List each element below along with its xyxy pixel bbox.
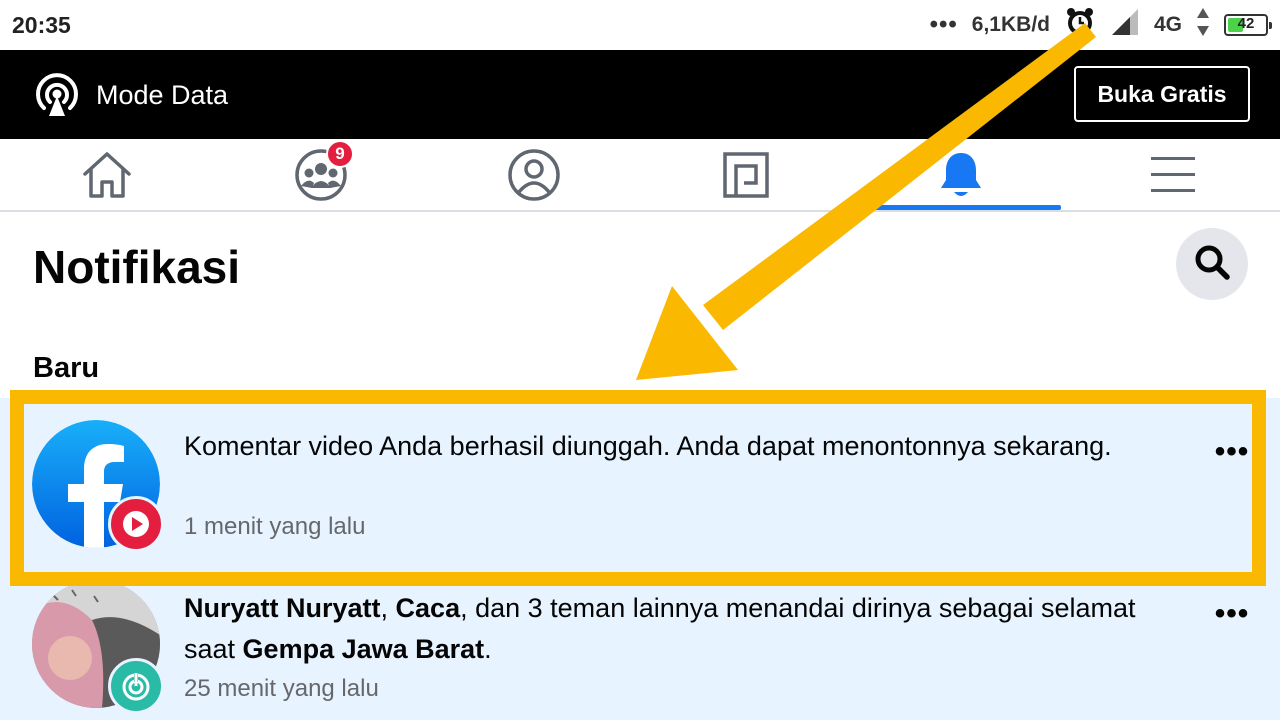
battery-level: 42 [1237, 15, 1255, 32]
page-title: Notifikasi [33, 241, 241, 293]
safety-check-icon [108, 658, 164, 714]
notification-text: Nuryatt Nuryatt, Caca, dan 3 teman lainn… [184, 588, 1164, 670]
event-name: Gempa Jawa Barat [242, 634, 485, 664]
status-icons: ••• 6,1KB/d 4G 42 [929, 6, 1272, 44]
top-navigation: 9 [0, 139, 1280, 212]
notification-time: 1 menit yang lalu [184, 513, 366, 540]
notification-item[interactable]: Komentar video Anda berhasil diunggah. A… [0, 398, 1280, 580]
groups-badge: 9 [326, 140, 354, 168]
tab-profile[interactable] [441, 139, 627, 210]
data-mode-label: Mode Data [96, 80, 229, 110]
bell-icon [938, 150, 984, 200]
status-bar: 20:35 ••• 6,1KB/d 4G 42 [0, 0, 1280, 50]
notification-text-end: . [484, 634, 492, 664]
network-type: 4G [1153, 13, 1182, 36]
network-speed: 6,1KB/d [971, 13, 1050, 36]
battery-icon: 42 [1224, 14, 1272, 36]
notification-time: 25 menit yang lalu [184, 675, 379, 702]
status-dots: ••• [929, 11, 958, 38]
notification-text: Komentar video Anda berhasil diunggah. A… [184, 431, 1112, 461]
friend-name: Nuryatt Nuryatt [184, 593, 381, 623]
signal-strength-icon [1110, 7, 1140, 43]
profile-icon [507, 148, 561, 202]
section-title-new: Baru [33, 352, 100, 384]
more-options-button[interactable]: ••• [1212, 435, 1252, 468]
buka-gratis-button[interactable]: Buka Gratis [1074, 66, 1250, 122]
hamburger-menu-icon [1150, 155, 1196, 195]
status-time: 20:35 [12, 12, 71, 38]
broadcast-icon [32, 70, 82, 120]
search-button[interactable] [1176, 228, 1248, 300]
tab-groups[interactable]: 9 [228, 139, 414, 210]
tab-menu[interactable] [1080, 139, 1266, 210]
friend-name: Caca [395, 593, 461, 623]
name-separator: , [380, 593, 396, 623]
data-transfer-icon [1196, 7, 1210, 43]
search-icon [1192, 242, 1232, 287]
notification-item[interactable]: Nuryatt Nuryatt, Caca, dan 3 teman lainn… [0, 580, 1280, 720]
tab-home[interactable] [14, 139, 200, 210]
tab-pages[interactable] [653, 139, 839, 210]
pages-icon [722, 151, 770, 199]
more-options-button[interactable]: ••• [1212, 597, 1252, 630]
data-mode-bar: Mode Data Buka Gratis [0, 50, 1280, 139]
play-icon [108, 496, 164, 552]
tab-notifications[interactable] [868, 139, 1054, 210]
active-tab-indicator [873, 205, 1061, 210]
alarm-clock-icon [1064, 6, 1096, 44]
home-icon [81, 150, 133, 200]
